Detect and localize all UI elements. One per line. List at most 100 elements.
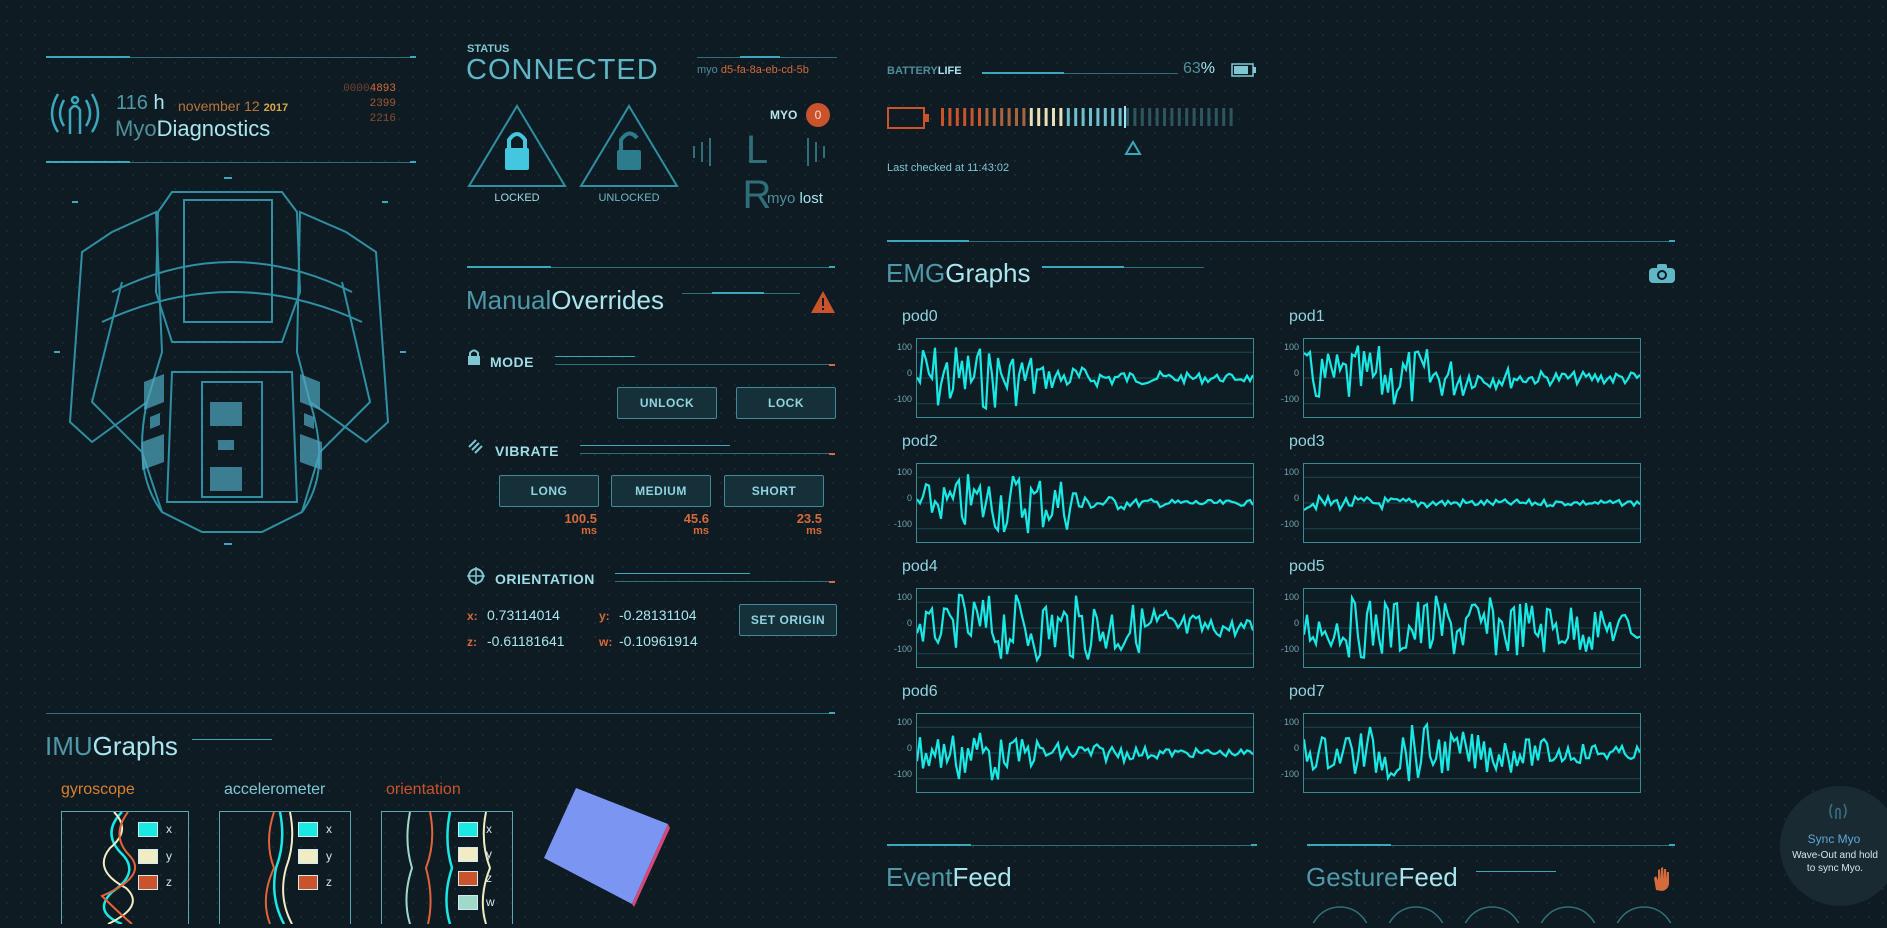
orientation-z-label: z: <box>467 635 477 649</box>
accel-legend-z-swatch <box>298 875 318 890</box>
battery-last-checked: Last checked at 11:43:02 <box>887 162 1010 174</box>
imu-title-light: IMU <box>45 731 93 761</box>
orient-legend-w-swatch <box>458 895 478 910</box>
myo-count-badge: 0 <box>806 103 830 127</box>
vibrate-short-button[interactable]: SHORT <box>724 475 824 507</box>
sync-myo-instruction: Wave-Out and hold to sync Myo. <box>1792 850 1878 874</box>
myo-state: myo lost <box>767 190 823 207</box>
orientation-w-value: -0.10961914 <box>619 633 698 649</box>
header-bottom-rule-accent <box>46 161 130 163</box>
battery-label-light: BATTERY <box>887 65 938 77</box>
emg-graph-pod4 <box>915 588 1255 668</box>
vibrate-medium-value: 45.6 <box>683 511 709 526</box>
emg-axis-tick: 100 <box>896 717 912 727</box>
emg-axis-tick: 0 <box>906 618 912 628</box>
camera-icon[interactable] <box>1648 263 1676 285</box>
manual-title-bold: Overrides <box>551 285 664 315</box>
uptime-hours-unit: h <box>153 92 165 114</box>
myo-logo-icon <box>44 84 106 138</box>
mode-tick <box>829 364 835 366</box>
emg-pod-label: pod2 <box>902 433 938 450</box>
battery-percent: 63% <box>1183 60 1215 78</box>
sync-myo-widget[interactable]: Sync Myo Wave-Out and hold to sync Myo. <box>1780 786 1887 906</box>
mode-rule <box>555 364 835 365</box>
gesture-feed-rule-accent <box>1307 844 1391 846</box>
emg-pod-label: pod5 <box>1289 558 1325 575</box>
battery-label: BATTERYLIFE <box>887 65 962 77</box>
vibrate-medium-button[interactable]: MEDIUM <box>611 475 711 507</box>
lock-button[interactable]: LOCK <box>736 387 836 419</box>
orientation-x-label: x: <box>467 609 478 623</box>
emg-axis-tick: 100 <box>896 342 912 352</box>
orientation-y-value: -0.28131104 <box>619 607 697 623</box>
emg-pod-label: pod7 <box>1289 683 1325 700</box>
gesture-feed-title: GestureFeed <box>1306 862 1458 893</box>
orient-legend-x-swatch <box>458 822 478 837</box>
emg-axis-tick: -100 <box>893 394 912 404</box>
emg-axis-tick: -100 <box>1280 519 1299 529</box>
orient-legend-y-swatch <box>458 847 478 862</box>
event-feed-rule-accent <box>887 844 971 846</box>
unlock-button[interactable]: UNLOCK <box>617 387 717 419</box>
emg-axis-tick: 0 <box>906 368 912 378</box>
device-id-prefix: myo <box>697 64 718 76</box>
emg-axis-tick: 0 <box>1293 743 1299 753</box>
emg-title: EMGGraphs <box>886 258 1031 289</box>
gyro-legend-y-label: y <box>166 849 172 863</box>
emg-top-rule <box>887 241 1675 242</box>
uptime-hours-value: 116 <box>116 92 148 114</box>
orient-legend-z-swatch <box>458 871 478 886</box>
emg-axis-tick: -100 <box>1280 769 1299 779</box>
mode-label: MODE <box>490 354 534 370</box>
myo-state-prefix: myo <box>767 190 796 207</box>
vibrate-icon <box>467 438 485 456</box>
myo-count-value: 0 <box>814 108 822 122</box>
event-feed-title-light: Event <box>886 862 953 892</box>
emg-pod-label: pod1 <box>1289 308 1325 325</box>
app-title-light: Myo <box>115 116 157 141</box>
orientation-z-value: -0.61181641 <box>487 633 565 649</box>
vibrate-long-value: 100.5 <box>564 511 597 526</box>
battery-icon <box>1231 63 1257 77</box>
manual-title-rule-accent <box>712 292 764 294</box>
manual-title-light: Manual <box>466 285 552 315</box>
emg-axis-tick: 0 <box>1293 493 1299 503</box>
gyro-legend-z-swatch <box>138 875 158 890</box>
orientation-graph: x y z w <box>381 811 513 924</box>
event-feed-title-bold: Feed <box>952 862 1012 892</box>
accel-legend-z-label: z <box>326 875 332 889</box>
event-feed-tick <box>1251 844 1257 846</box>
device-id: myo d5-fa-8a-eb-cd-5b <box>697 64 809 76</box>
vibrate-short-unit: ms <box>806 525 822 537</box>
imu-title-bold: Graphs <box>92 731 178 761</box>
manual-title: ManualOverrides <box>466 285 664 316</box>
emg-graph-pod0 <box>916 338 1254 418</box>
accel-legend-x-label: x <box>326 822 332 836</box>
device-id-rule-accent <box>740 56 780 58</box>
header-counters: 00004893 2399 2216 <box>320 82 396 127</box>
vibrate-medium-unit: ms <box>693 525 709 537</box>
emg-graph-pod2 <box>916 463 1254 543</box>
set-origin-button[interactable]: SET ORIGIN <box>739 604 837 636</box>
vibrate-rule <box>580 453 835 454</box>
accel-legend-y-swatch <box>298 849 318 864</box>
imu-title: IMUGraphs <box>45 731 178 762</box>
myo-count-label: MYO <box>770 108 798 122</box>
vibrate-long-unit: ms <box>581 525 597 537</box>
imu-title-rule <box>192 739 272 740</box>
emg-axis-tick: 0 <box>906 743 912 753</box>
battery-percent-value: 63 <box>1183 60 1201 77</box>
emg-axis-tick: 100 <box>1283 592 1299 602</box>
myo-state-value: lost <box>799 190 823 207</box>
emg-pod-label: pod0 <box>902 308 938 325</box>
orientation-w-label: w: <box>599 635 613 649</box>
emg-pod-label: pod6 <box>902 683 938 700</box>
vibrate-rule-accent <box>580 445 730 446</box>
emg-title-light: EMG <box>886 258 946 288</box>
vibrate-long-button[interactable]: LONG <box>499 475 599 507</box>
emg-pod-label: pod3 <box>1289 433 1325 450</box>
emg-axis-tick: 0 <box>1293 618 1299 628</box>
emg-graph-pod5 <box>1302 588 1641 668</box>
date-text: november 12 <box>178 98 260 114</box>
orient-legend-z-label: z <box>486 871 492 885</box>
